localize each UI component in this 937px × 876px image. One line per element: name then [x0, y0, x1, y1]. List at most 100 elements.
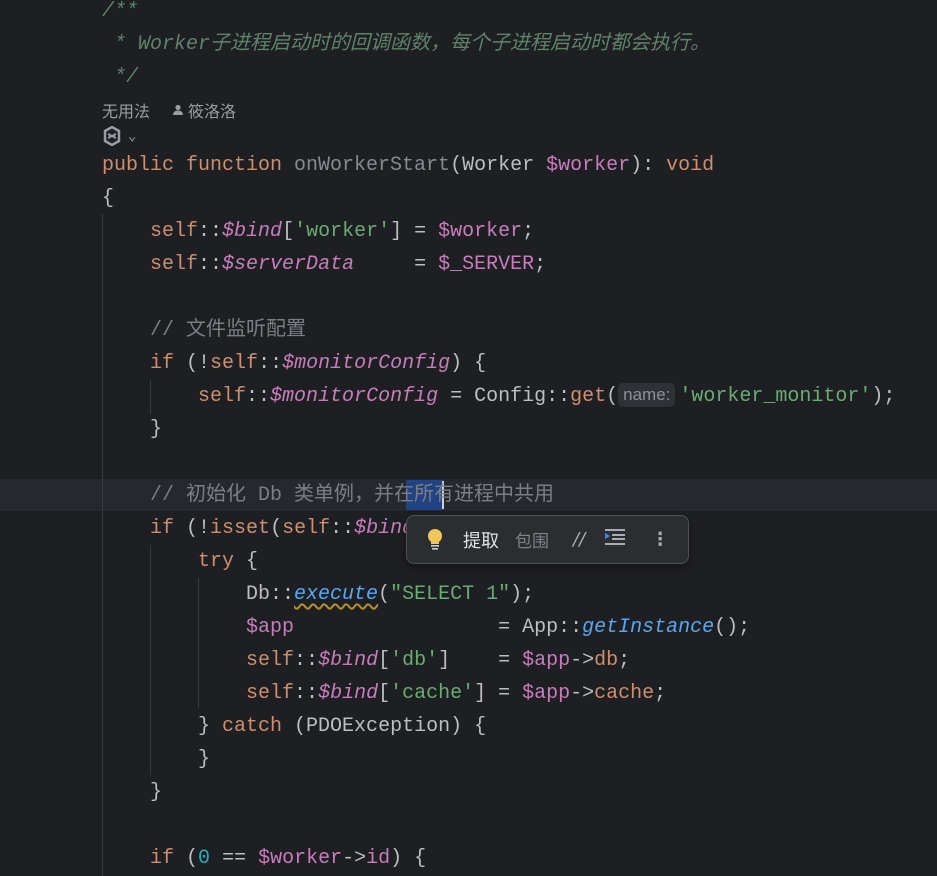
code-token: ; [618, 649, 631, 672]
code-token: = Config:: [438, 385, 571, 408]
code-token: ] = [474, 682, 523, 705]
code-token: $bind [318, 682, 379, 705]
code-token: catch [222, 715, 283, 738]
usages-link[interactable]: 无用法 [102, 98, 150, 122]
lightbulb-icon[interactable] [427, 528, 443, 552]
code-token: (! [174, 352, 211, 375]
code-line: } catch (PDOException) { [102, 710, 486, 743]
code-token: ( [606, 385, 619, 408]
code-token: self [150, 253, 199, 276]
code-token: ( [270, 517, 283, 540]
code-token: 'db' [390, 649, 439, 672]
code-line: self::$monitorConfig = Config::get(name:… [102, 380, 895, 413]
code-token: 0 [198, 847, 211, 870]
code-line: } [102, 776, 162, 809]
code-token: if [150, 847, 175, 870]
code-token: db [594, 649, 619, 672]
code-token: $app [246, 616, 295, 639]
code-token: try [198, 550, 235, 573]
code-token: (! [174, 517, 211, 540]
code-line: } [102, 743, 210, 776]
code-token: == [210, 847, 259, 870]
code-token: -> [570, 682, 595, 705]
code-token: ; [654, 682, 667, 705]
code-line: self::$bind['worker'] = $worker; [102, 215, 534, 248]
code-line: Db::execute("SELECT 1"); [102, 578, 534, 611]
person-icon [173, 104, 184, 115]
code-token: Db:: [102, 583, 295, 606]
code-token: :: [258, 352, 283, 375]
code-token: $bind [318, 649, 379, 672]
reformat-icon[interactable] [605, 529, 626, 550]
code-token: // 初始化 Db 类单例，并在所有进程中共用 [150, 484, 555, 507]
code-token: -> [342, 847, 367, 870]
code-token: :: [294, 682, 319, 705]
code-token: if [150, 517, 175, 540]
code-line: // 初始化 Db 类单例，并在所有进程中共用 [102, 479, 554, 512]
code-token: ); [871, 385, 896, 408]
code-token: self [198, 385, 247, 408]
chevron-down-icon: ⌄ [128, 128, 137, 145]
parameter-hint: name: [618, 383, 676, 407]
code-token: = App:: [294, 616, 583, 639]
code-token: self [246, 649, 295, 672]
code-token: $bind [222, 220, 283, 243]
code-token: } [102, 418, 163, 441]
code-token: $worker [546, 154, 631, 177]
code-token: // 文件监听配置 [150, 319, 307, 342]
code-token: :: [294, 649, 319, 672]
code-token: (Worker [450, 154, 547, 177]
code-token: self [150, 220, 199, 243]
code-token: cache [594, 682, 655, 705]
code-token: $monitorConfig [282, 352, 451, 375]
code-line: self::$serverData = $_SERVER; [102, 248, 546, 281]
doc-line: * Worker子进程启动时的回调函数，每个子进程启动时都会执行。 [102, 33, 711, 56]
code-token: isset [210, 517, 271, 540]
code-token: { [234, 550, 259, 573]
comment-toggle-icon[interactable]: // [573, 529, 585, 550]
code-line: // 文件监听配置 [102, 314, 306, 347]
code-token: 'cache' [390, 682, 475, 705]
code-line: self::$bind['db'] = $app->db; [102, 644, 630, 677]
code-line: try { [102, 545, 258, 578]
code-line: if (!isset(self::$bind [102, 512, 414, 545]
surround-button[interactable]: 包围 [515, 527, 549, 552]
author-link[interactable]: 筱洛洛 [172, 98, 236, 122]
code-token: [ [378, 649, 391, 672]
code-token: ; [534, 253, 547, 276]
code-token: $monitorConfig [270, 385, 439, 408]
code-token: $worker [438, 220, 523, 243]
code-token: $serverData [222, 253, 355, 276]
code-token: :: [246, 385, 271, 408]
code-token: ): [630, 154, 667, 177]
code-token: :: [198, 253, 223, 276]
code-line: { [102, 182, 114, 215]
ai-assistant-icon [103, 126, 121, 146]
code-token: get [570, 385, 607, 408]
code-token: getInstance [582, 616, 715, 639]
more-vertical-icon[interactable]: ⋮ [651, 529, 669, 550]
code-token: ) { [450, 352, 487, 375]
code-token: (); [714, 616, 751, 639]
ai-assistant-menu[interactable]: ⌄ [102, 126, 136, 146]
code-token: if [150, 352, 175, 375]
code-token: $_SERVER [438, 253, 535, 276]
extract-button[interactable]: 提取 [463, 527, 499, 553]
code-line: if (0 == $worker->id) { [102, 842, 426, 875]
code-token: (PDOException) { [282, 715, 487, 738]
code-line: self::$bind['cache'] = $app->cache; [102, 677, 666, 710]
code-token: "SELECT 1" [390, 583, 511, 606]
doc-line: /** [102, 0, 139, 23]
code-token: onWorkerStart [294, 154, 451, 177]
code-token: ; [522, 220, 535, 243]
code-token: -> [570, 649, 595, 672]
code-token: } [102, 781, 163, 804]
code-line: if (!self::$monitorConfig) { [102, 347, 486, 380]
